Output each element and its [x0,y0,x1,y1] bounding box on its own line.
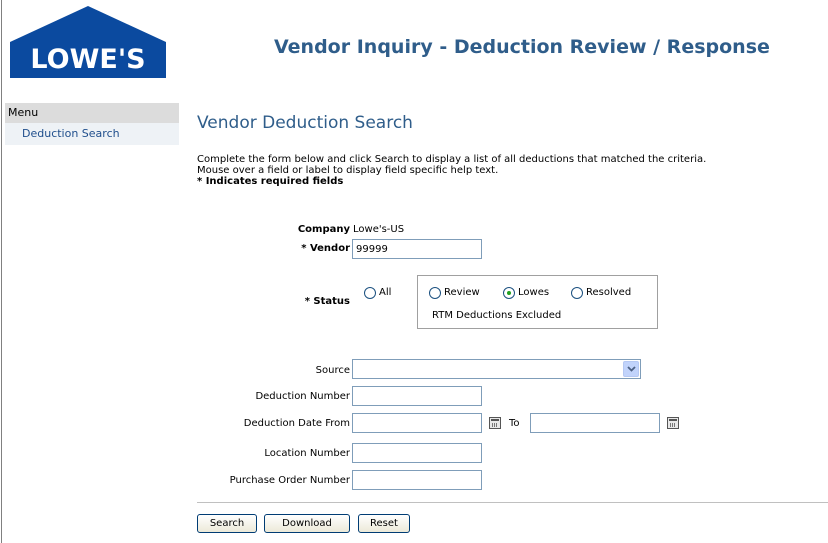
company-value: Lowe's-US [353,224,405,235]
deduction-number-input[interactable] [352,386,482,406]
status-resolved-radio[interactable] [571,287,583,299]
reset-button[interactable]: Reset [358,514,410,533]
status-review-label: Review [444,287,480,298]
page-header-title: Vendor Inquiry - Deduction Review / Resp… [274,36,770,58]
status-all-radio[interactable] [364,287,376,299]
source-select[interactable] [352,359,641,379]
status-lowes-label: Lowes [518,287,550,298]
form-divider [197,502,828,503]
location-number-input[interactable] [352,443,482,463]
page-title: Vendor Deduction Search [197,113,413,133]
search-button[interactable]: Search [197,514,257,533]
status-review-radio[interactable] [429,287,441,299]
status-label: * Status [304,296,350,307]
calendar-icon[interactable] [489,417,501,429]
deduction-date-to-input[interactable] [530,413,660,433]
intro-line-1: Complete the form below and click Search… [197,154,707,165]
deduction-date-from-input[interactable] [352,413,482,433]
sidebar-menu: Menu Deduction Search [5,103,179,145]
deduction-number-label: Deduction Number [255,391,350,402]
company-label: Company [297,224,350,235]
status-all-label: All [379,287,392,298]
status-resolved-label: Resolved [586,287,632,298]
download-button[interactable]: Download [264,514,350,533]
required-note: * Indicates required fields [197,176,344,187]
logo-text: LOWE'S [30,44,145,75]
status-note: RTM Deductions Excluded [432,310,562,321]
date-to-label: To [509,418,520,429]
po-number-input[interactable] [352,470,482,490]
lowes-logo: LOWE'S [10,6,166,78]
po-number-label: Purchase Order Number [229,475,350,486]
source-label: Source [315,365,350,376]
vendor-input[interactable] [352,239,482,259]
sidebar-item-deduction-search[interactable]: Deduction Search [5,123,179,145]
intro-line-2: Mouse over a field or label to display f… [197,165,499,176]
location-number-label: Location Number [264,448,350,459]
deduction-date-from-label: Deduction Date From [243,418,350,429]
menu-heading: Menu [5,103,179,123]
calendar-icon[interactable] [667,417,679,429]
intro-text: Complete the form below and click Search… [197,154,706,187]
chevron-down-icon[interactable] [623,361,639,377]
left-border [1,0,2,543]
status-lowes-radio[interactable] [503,287,515,299]
vendor-label: * Vendor [301,243,350,254]
